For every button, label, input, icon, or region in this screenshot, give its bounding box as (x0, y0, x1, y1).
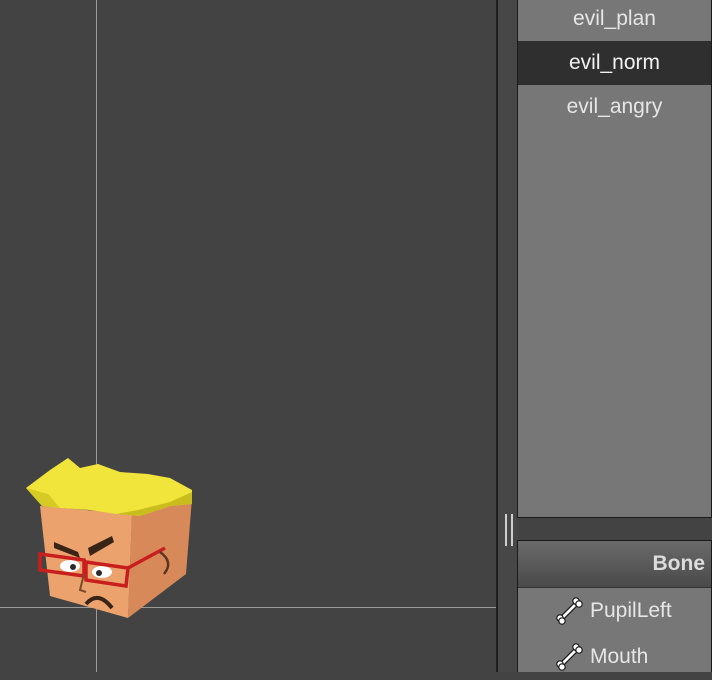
animation-list[interactable]: evil_plan evil_norm evil_angry (517, 0, 712, 518)
animation-item-evil-angry[interactable]: evil_angry (518, 85, 711, 129)
panel-splitter[interactable] (496, 0, 518, 672)
bone-item-label: PupilLeft (590, 599, 672, 622)
animation-item-evil-plan[interactable]: evil_plan (518, 0, 711, 41)
bone-icon (556, 643, 583, 671)
splitter-grip[interactable] (505, 514, 513, 546)
bone-item-label: Mouth (590, 645, 649, 668)
bone-panel: Bone PupilLeft Mouth (517, 540, 712, 672)
canvas-viewport[interactable] (0, 0, 496, 672)
animation-item-evil-norm[interactable]: evil_norm (518, 41, 711, 85)
bone-column-header[interactable]: Bone (518, 541, 711, 588)
bone-item-mouth[interactable]: Mouth (518, 634, 711, 680)
character-head[interactable] (20, 456, 200, 626)
bone-icon (556, 597, 583, 625)
bone-item-pupilleft[interactable]: PupilLeft (518, 588, 711, 634)
